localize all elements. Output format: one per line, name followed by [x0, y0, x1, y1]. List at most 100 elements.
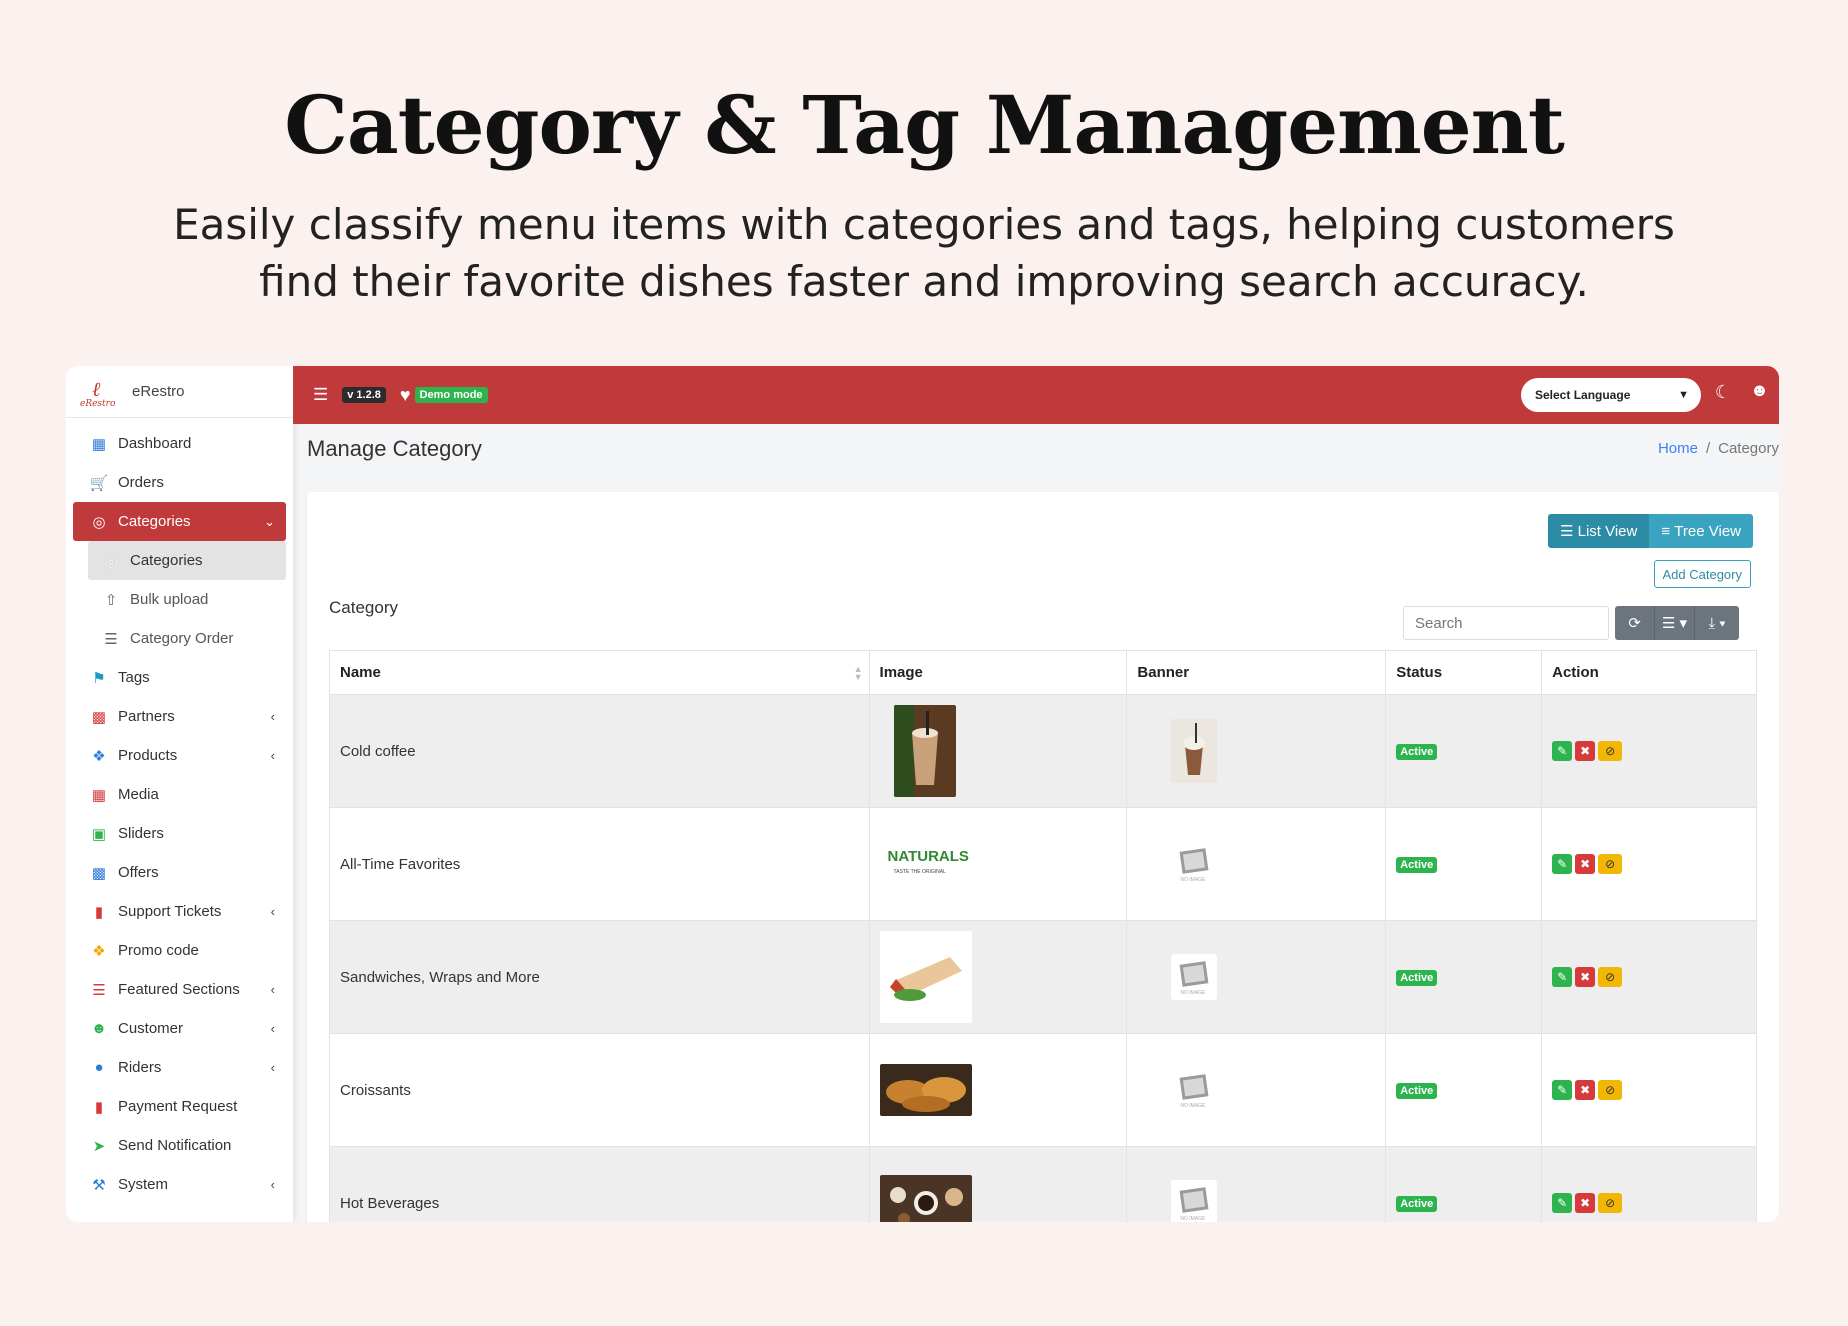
chevron-left-icon: ‹ [270, 982, 275, 997]
cold-coffee-banner [1171, 719, 1218, 783]
deactivate-button[interactable]: ⊘ [1598, 741, 1623, 761]
category-banner [1126, 694, 1387, 808]
refresh-icon: ⟳ [1628, 615, 1641, 632]
language-select[interactable]: Select Language ▼ [1521, 378, 1701, 412]
sidebar-item-media[interactable]: ▦ Media [66, 775, 293, 814]
table-header-row: Name ▲ ▼ Image Banner Status Action [329, 650, 1757, 695]
no-image-placeholder: NO IMAGE [1171, 954, 1218, 1000]
brand[interactable]: ℓ eRestro eRestro [66, 366, 293, 418]
delete-button[interactable]: ✖ [1575, 1193, 1596, 1213]
delete-button[interactable]: ✖ [1575, 854, 1596, 874]
table-row: All-Time Favorites NATURALS TASTE THE OR… [329, 807, 1757, 921]
add-category-button[interactable]: Add Category [1653, 560, 1751, 588]
no-image-placeholder: NO IMAGE [1171, 841, 1218, 887]
search-input[interactable] [1403, 606, 1609, 640]
circle-icon: ◎ [104, 552, 118, 570]
sidebar-item-riders[interactable]: ● Riders ‹ [66, 1048, 293, 1087]
column-header-status: Status [1385, 650, 1543, 695]
sort-icon: ▲ ▼ [853, 664, 863, 682]
tree-view-button[interactable]: ≡ Tree View [1649, 514, 1753, 548]
chevron-left-icon: ‹ [270, 748, 275, 763]
category-image: NATURALS TASTE THE ORIGINAL [868, 807, 1128, 921]
tag-icon: ⚑ [92, 669, 106, 687]
chevron-left-icon: ‹ [270, 1021, 275, 1036]
gift-icon: ▩ [91, 864, 107, 882]
deactivate-button[interactable]: ⊘ [1598, 1193, 1623, 1213]
sidebar-item-promo-code[interactable]: ❖ Promo code [66, 931, 293, 970]
hero-subtitle: Easily classify menu items with categori… [173, 200, 1675, 306]
delete-button[interactable]: ✖ [1575, 741, 1596, 761]
sidebar-item-orders[interactable]: 🛒 Orders [66, 463, 293, 502]
sidebar-item-payment-request[interactable]: ▮ Payment Request [66, 1087, 293, 1126]
deactivate-button[interactable]: ⊘ [1598, 854, 1623, 874]
breadcrumb-current: Category [1718, 440, 1779, 457]
edit-button[interactable]: ✎ [1552, 741, 1573, 761]
no-image-placeholder: NO IMAGE [1171, 1067, 1218, 1113]
category-name: Sandwiches, Wraps and More [329, 920, 870, 1034]
status-cell: Active [1385, 694, 1543, 808]
category-image [868, 920, 1128, 1034]
sidebar-subitem-category-order[interactable]: ☰ Category Order [66, 619, 293, 658]
sidebar-item-sliders[interactable]: ▣ Sliders [66, 814, 293, 853]
sidebar-item-categories[interactable]: ◎ Categories ⌄ [73, 502, 286, 541]
upload-icon: ⇧ [104, 591, 118, 609]
edit-button[interactable]: ✎ [1552, 854, 1573, 874]
chevron-left-icon: ‹ [270, 1177, 275, 1192]
refresh-button[interactable]: ⟳ [1615, 606, 1655, 640]
sidebar-item-dashboard[interactable]: ▦ Dashboard [66, 424, 293, 463]
category-name: Hot Beverages [329, 1146, 870, 1222]
action-cell: ✎ ✖ ⊘ [1541, 920, 1757, 1034]
status-cell: Active [1385, 1146, 1543, 1222]
brand-logo: ℓ eRestro [80, 376, 116, 409]
dashboard-icon: ▦ [91, 435, 107, 453]
sidebar-item-system[interactable]: ⚒ System ‹ [66, 1165, 293, 1204]
hero-title: Category & Tag Management [284, 78, 1565, 172]
media-icon: ▦ [91, 786, 107, 804]
columns-icon: ☰ ▾ [1661, 615, 1688, 632]
page-title: Manage Category [307, 436, 482, 461]
table-row: Cold coffee Active ✎ ✖ ⊘ [329, 694, 1757, 808]
cold-coffee-image [893, 705, 956, 797]
category-image [868, 1033, 1128, 1147]
sidebar-item-offers[interactable]: ▩ Offers [66, 853, 293, 892]
cart-icon: 🛒 [89, 474, 109, 492]
breadcrumb: Home / Category [1657, 440, 1779, 457]
sidebar-item-send-notification[interactable]: ➤ Send Notification [66, 1126, 293, 1165]
deactivate-button[interactable]: ⊘ [1598, 967, 1623, 987]
sidebar-subitem-bulk-upload[interactable]: ⇧ Bulk upload [66, 580, 293, 619]
send-icon: ➤ [92, 1137, 106, 1155]
list-view-button[interactable]: ☰ List View [1547, 514, 1650, 548]
chevron-left-icon: ‹ [270, 709, 275, 724]
sidebar-item-partners[interactable]: ▩ Partners ‹ [66, 697, 293, 736]
target-icon: ◎ [92, 513, 106, 531]
edit-button[interactable]: ✎ [1552, 1080, 1573, 1100]
demo-mode-badge: Demo mode [414, 387, 488, 403]
edit-button[interactable]: ✎ [1552, 967, 1573, 987]
hamburger-icon[interactable]: ☰ [313, 385, 328, 405]
sidebar-item-customer[interactable]: ☻ Customer ‹ [66, 1009, 293, 1048]
sidebar-item-products[interactable]: ❖ Products ‹ [66, 736, 293, 775]
column-header-name[interactable]: Name ▲ ▼ [329, 650, 870, 695]
croissants-image [879, 1064, 972, 1116]
image-icon: ▣ [91, 825, 107, 843]
sidebar-item-support-tickets[interactable]: ▮ Support Tickets ‹ [66, 892, 293, 931]
action-cell: ✎ ✖ ⊘ [1541, 1033, 1757, 1147]
sidebar-item-featured-sections[interactable]: ☰ Featured Sections ‹ [66, 970, 293, 1009]
status-cell: Active [1385, 1033, 1543, 1147]
chevron-left-icon: ‹ [270, 1060, 275, 1075]
user-icon[interactable]: ☻ [1750, 380, 1769, 401]
sidebar-subitem-categories[interactable]: ◎ Categories [88, 541, 286, 580]
columns-button[interactable]: ☰ ▾ [1655, 606, 1695, 640]
breadcrumb-home[interactable]: Home [1658, 440, 1698, 457]
delete-button[interactable]: ✖ [1575, 1080, 1596, 1100]
edit-button[interactable]: ✎ [1552, 1193, 1573, 1213]
chevron-down-icon: ▼ [1678, 389, 1689, 401]
user-icon: ☻ [91, 1020, 107, 1037]
brand-name: eRestro [132, 383, 185, 400]
delete-button[interactable]: ✖ [1575, 967, 1596, 987]
sidebar-item-tags[interactable]: ⚑ Tags [66, 658, 293, 697]
moon-icon[interactable]: ☾ [1715, 382, 1731, 403]
deactivate-button[interactable]: ⊘ [1598, 1080, 1623, 1100]
topbar: ☰ v 1.2.8 ♥ Demo mode Select Language ▼ … [293, 366, 1779, 424]
export-button[interactable]: ⤓ ▾ [1695, 606, 1739, 640]
